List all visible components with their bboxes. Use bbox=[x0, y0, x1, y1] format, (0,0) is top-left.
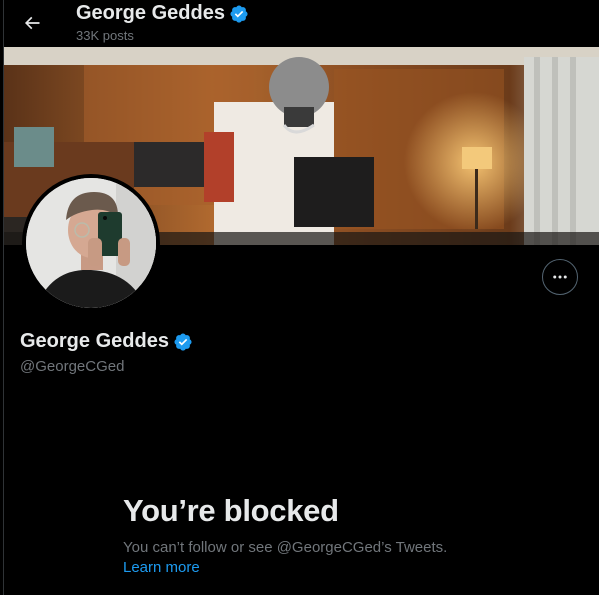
header-post-count: 33K posts bbox=[76, 28, 134, 43]
header-title: George Geddes bbox=[76, 2, 249, 25]
verified-badge-icon[interactable] bbox=[173, 332, 193, 352]
profile-handle: @GeorgeCGed bbox=[20, 358, 125, 375]
header-name: George Geddes bbox=[76, 2, 225, 24]
profile-page: George Geddes 33K posts George Geddes @G… bbox=[0, 0, 599, 595]
avatar-picture bbox=[26, 178, 156, 308]
learn-more-link[interactable]: Learn more bbox=[123, 559, 200, 576]
profile-display-name: George Geddes bbox=[20, 330, 169, 352]
profile-name: George Geddes bbox=[20, 330, 193, 353]
ellipsis-icon bbox=[553, 275, 567, 279]
arrow-left-icon bbox=[24, 16, 40, 30]
blocked-description: You can’t follow or see @GeorgeCGed’s Tw… bbox=[123, 539, 448, 556]
verified-badge-icon bbox=[230, 4, 248, 23]
avatar-image bbox=[26, 178, 156, 308]
back-button[interactable] bbox=[18, 9, 46, 37]
profile-avatar[interactable] bbox=[22, 174, 160, 312]
more-options-button[interactable] bbox=[542, 259, 578, 295]
top-bar: George Geddes 33K posts bbox=[4, 0, 599, 47]
blocked-title: You’re blocked bbox=[123, 493, 339, 528]
